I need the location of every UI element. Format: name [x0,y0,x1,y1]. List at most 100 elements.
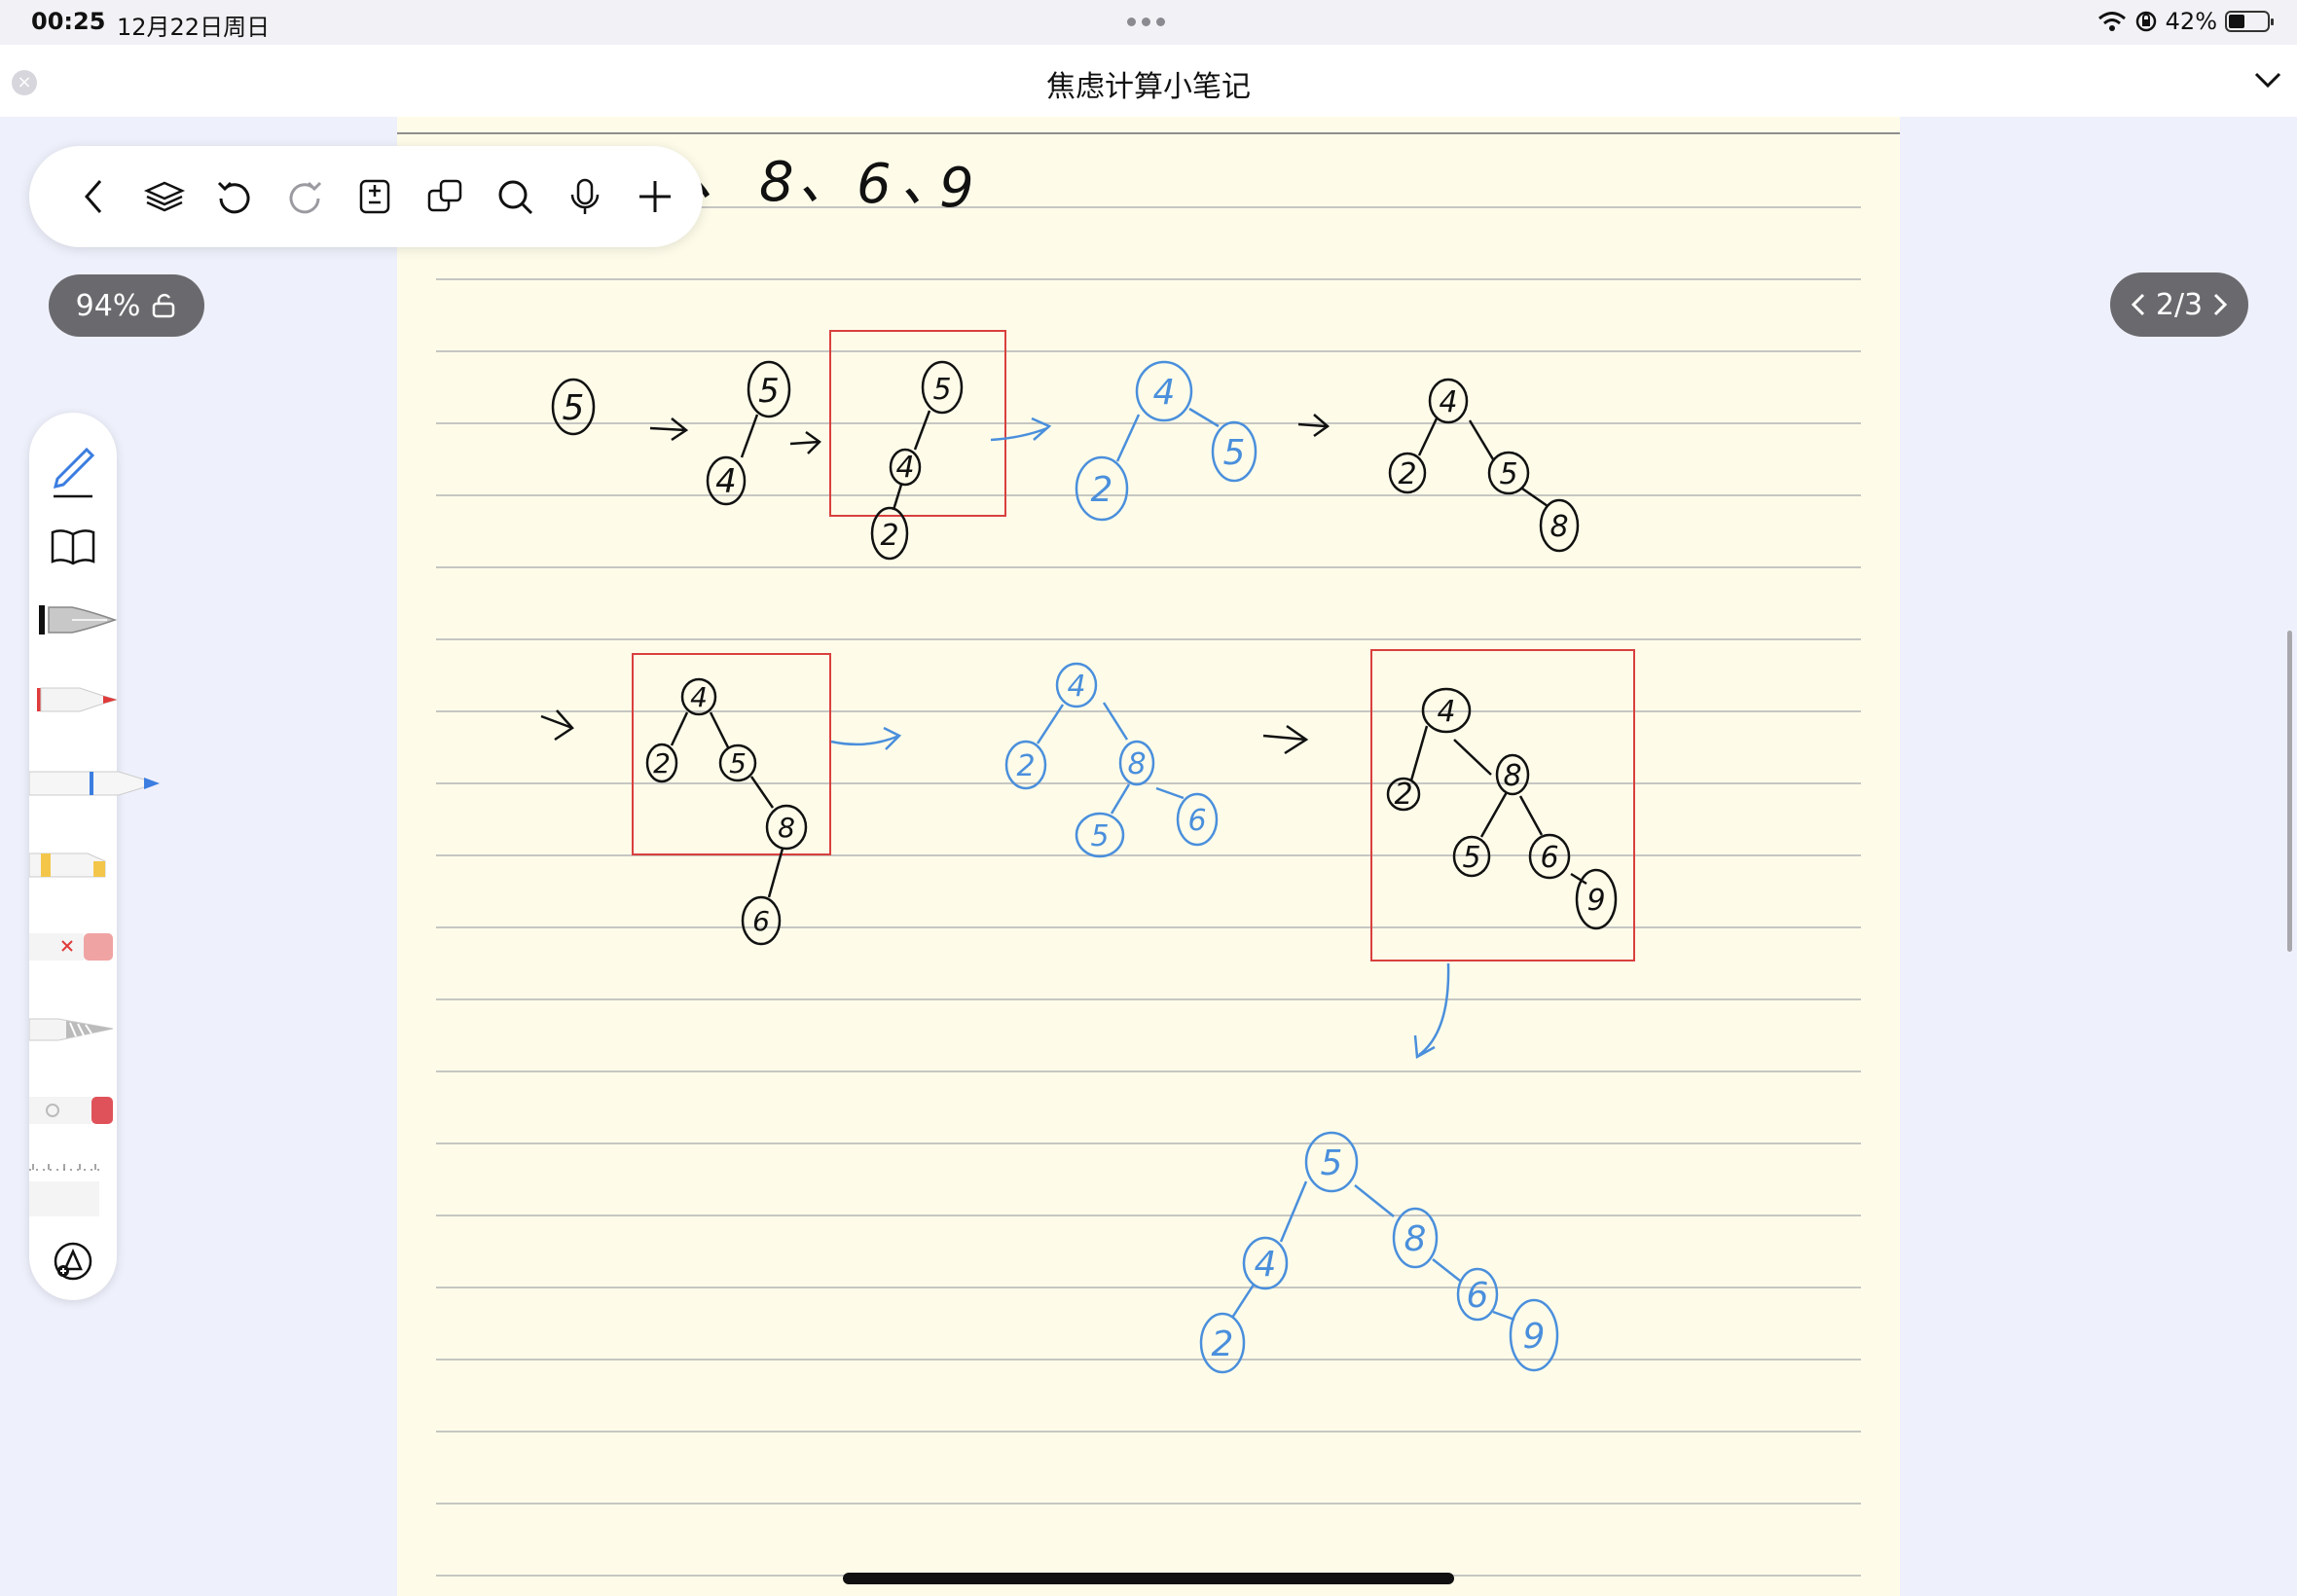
copy-icon[interactable] [422,174,467,219]
note-canvas[interactable]: 、 8 、 6 、 9 5 5 4 5 4 2 4 2 5 4 2 5 8 4 … [0,117,2297,1596]
fountain-pen-icon [39,605,117,635]
header-char: 6 [857,153,892,216]
node-label: 5 [1321,1143,1343,1183]
status-date: 12月22日周日 [117,14,271,41]
node-label: 4 [1153,373,1176,413]
fountain-pen-button[interactable] [29,586,117,654]
status-bar: 00:25 12月22日周日 42% [0,0,2297,45]
add-tool-icon [54,1242,92,1281]
eraser-button[interactable] [29,913,117,981]
header-sequence: 、 8 、 6 、 9 [691,145,974,220]
mic-icon[interactable] [563,174,607,219]
add-icon[interactable] [633,174,677,219]
ruler-icon [29,1164,99,1216]
node-label: 6 [1187,804,1206,838]
wifi-icon [2097,12,2126,31]
node-label: 9 [1523,1317,1546,1357]
node-label: 5 [1090,819,1109,853]
node-label: 5 [932,373,951,407]
arrow [789,430,821,454]
pencil-icon [53,447,95,498]
multitasking-dots[interactable] [1127,18,1165,26]
highlight-box [829,330,1006,517]
node-label: 4 [690,681,708,713]
shape-tool-icon [29,1097,113,1124]
node-label: 2 [653,747,671,780]
book-icon [51,529,95,565]
undo-icon[interactable] [212,174,257,219]
chevron-left-icon[interactable] [2129,291,2148,318]
handwriting-layer: 、 8 、 6 、 9 5 5 4 5 4 2 4 2 5 4 2 5 8 4 … [540,145,1635,1374]
arrow [540,709,574,742]
node-label: 8 [1503,759,1521,793]
node-label: 4 [1067,670,1085,704]
step8-tree [1386,687,1618,930]
header-char: 8 [759,151,794,214]
node-label: 8 [1550,510,1568,544]
node-label: 6 [752,905,770,937]
red-pen-icon [37,687,117,712]
node-label: 4 [1437,695,1455,729]
header-char: 9 [939,157,974,220]
node-label: 5 [758,372,780,411]
chevron-right-icon[interactable] [2210,291,2230,318]
status-right: 42% [2097,8,2274,35]
arrow [1413,962,1450,1060]
highlighter-button[interactable] [29,831,117,899]
node-label: 4 [715,462,737,501]
battery-percent: 42% [2165,8,2217,35]
arrow [830,726,902,750]
chevron-down-icon[interactable] [2252,64,2283,95]
page-navigator[interactable]: 2/3 [2110,272,2248,337]
node-label: 5 [1462,841,1480,875]
title-bar: × 焦虑计算小笔记 [0,45,2297,117]
node-label: 5 [1499,457,1517,491]
arrow [649,417,689,442]
document-title[interactable]: 焦虑计算小笔记 [0,62,2297,105]
node-label: 8 [1404,1219,1427,1259]
layers-icon[interactable] [142,174,187,219]
page-list-icon[interactable] [352,174,397,219]
step7-tree [1004,662,1219,858]
node-label: 5 [563,388,585,428]
blue-pen-icon [29,771,160,796]
node-label: 9 [1586,884,1605,918]
zoom-indicator[interactable]: 94% [49,274,204,337]
node-label: 2 [1212,1324,1234,1364]
redo-icon[interactable] [282,174,327,219]
pen-tool-button[interactable] [29,426,117,510]
unlock-icon [153,293,175,318]
highlighter-icon [29,852,106,878]
home-indicator[interactable] [843,1573,1454,1584]
back-icon[interactable] [72,174,117,219]
node-label: 2 [1016,749,1035,783]
zoom-label: 94% [75,288,141,323]
node-label: 2 [1398,457,1416,491]
node-label: 6 [1540,841,1558,875]
header-char: 、 [798,149,853,212]
node-label: 2 [880,519,898,553]
shape-tool-button[interactable] [29,1076,117,1144]
lasso-button[interactable] [29,995,117,1063]
book-tool-button[interactable] [29,514,117,580]
battery-icon [2225,11,2274,32]
node-label: 4 [895,451,914,485]
tool-panel [29,413,160,1300]
node-label: 5 [729,747,747,780]
vertical-scrollbar[interactable] [2287,631,2292,952]
arrow [1297,414,1331,438]
red-pen-button[interactable] [29,666,117,734]
node-label: 4 [1439,385,1457,419]
orientation-lock-icon [2135,11,2156,32]
search-icon[interactable] [492,174,537,219]
node-label: 2 [1091,470,1113,510]
more-tools-button[interactable] [29,1232,117,1290]
node-label: 8 [1127,747,1146,781]
node-label: 6 [1467,1276,1489,1316]
node-label: 4 [1255,1245,1277,1285]
blue-pen-button[interactable] [29,749,165,817]
status-time: 00:25 [31,8,106,35]
page-indicator: 2/3 [2155,287,2204,322]
ruler-button[interactable] [29,1156,117,1236]
node-label: 2 [1394,778,1412,812]
